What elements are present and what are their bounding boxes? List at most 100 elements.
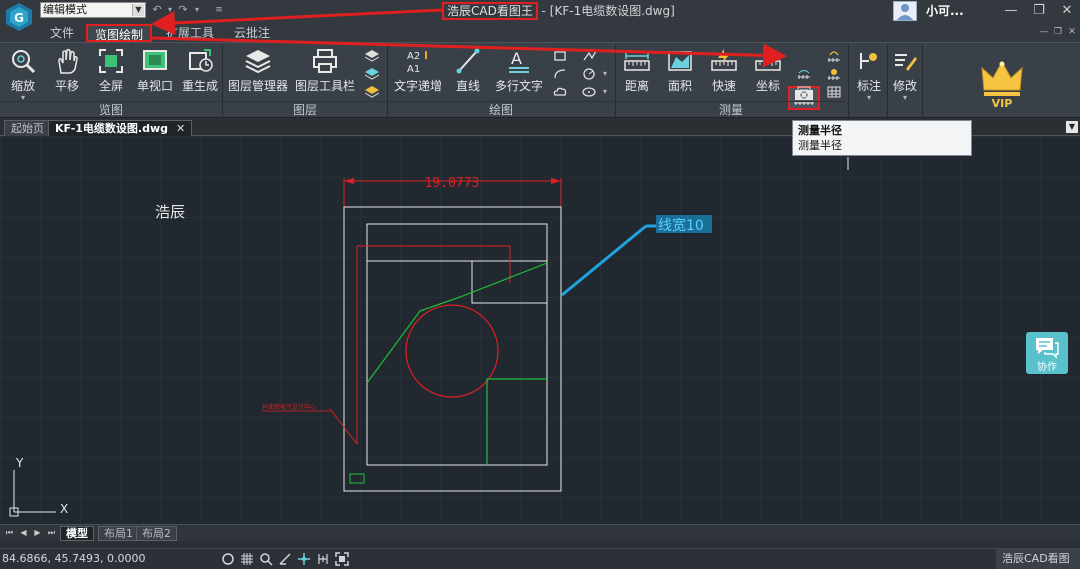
quick-measure-icon [711,49,737,71]
zoom-button[interactable]: 缩放 ▾ [8,47,38,102]
area-button[interactable]: 面积 [665,47,695,94]
group-draw-label: 绘图 [389,101,613,117]
annotate-button[interactable]: 标注 ▾ [854,47,884,102]
tab-extend-tools[interactable]: 扩展工具 [160,24,220,42]
layer-isolate-icon[interactable] [364,85,380,99]
coordinate-icon [755,49,781,71]
measure-arc-icon[interactable] [796,68,812,82]
distance-button[interactable]: 距离 [622,47,652,94]
tooltip-desc: 测量半径 [798,139,842,152]
close-icon[interactable]: ✕ [1056,2,1078,20]
status-bar: 84.6866, 45.7493, 0.0000 浩辰CAD看图王 [0,548,1080,569]
customize-quick-access-icon[interactable]: ≡ [212,3,226,17]
prev-layout-icon[interactable]: ◀ [18,527,29,539]
grid-icon[interactable] [240,552,254,566]
cloud-icon[interactable] [552,85,568,99]
quick-measure-label: 快速 [711,79,736,93]
chevron-down-icon[interactable]: ▼ [1066,121,1078,133]
arc-icon[interactable] [552,67,568,81]
coordinate-button[interactable]: 坐标 [753,47,783,94]
chevron-down-icon[interactable]: ▾ [190,3,204,17]
redo-icon[interactable]: ↷ [176,3,190,17]
last-layout-icon[interactable]: ⏭ [46,527,57,539]
layer-toolbar-label: 图层工具栏 [295,79,356,93]
status-app-name: 浩辰CAD看图王 [996,549,1080,569]
layer-match-icon[interactable] [364,67,380,81]
tab-view-draw[interactable]: 览图绘制 [86,24,152,42]
single-viewport-button[interactable]: 单视口 [137,47,173,94]
undo-icon[interactable]: ↶ [150,3,164,17]
polar-icon[interactable] [278,552,292,566]
tab-model[interactable]: 模型 [60,526,94,541]
quick-measure-button[interactable]: 快速 [709,47,739,94]
fullscreen-button[interactable]: 全屏 [96,47,126,94]
vip-crown-icon[interactable]: VIP [980,60,1024,110]
chevron-down-icon[interactable]: ▾ [163,3,177,17]
modify-label: 修改 [892,79,917,93]
hand-icon [58,48,78,74]
layer-state-icon[interactable] [364,49,380,63]
restore-icon[interactable]: ❐ [1028,2,1050,20]
tab-layout2[interactable]: 布局2 [136,526,177,541]
pan-button[interactable]: 平移 [52,47,82,94]
distance-label: 距离 [624,79,649,93]
tab-layout1[interactable]: 布局1 [98,526,139,541]
window-title-file: - [KF-1电缆数设图.dwg] [537,4,675,18]
chevron-down-icon[interactable]: ▾ [598,67,612,81]
mode-select[interactable]: 编辑模式 ▼ [40,2,146,18]
tooltip-title: 测量半径 [798,124,842,137]
line-icon [456,48,480,74]
close-icon[interactable]: ✕ [176,122,185,135]
fullscreen-toggle-icon[interactable] [335,552,349,566]
polyline-icon[interactable] [582,49,598,63]
modify-icon [895,54,917,71]
measure-perimeter-icon[interactable] [826,49,842,63]
grid [0,137,1080,524]
text-increment-button[interactable]: A2 A1 文字递增 [394,47,442,94]
tab-start-page[interactable]: 起始页 [4,120,51,136]
snap-icon[interactable] [221,552,235,566]
rectangle-icon[interactable] [552,49,568,63]
osnap-icon[interactable] [297,552,311,566]
tab-cloud-annotate[interactable]: 云批注 [228,24,276,42]
cursor-coordinates: 84.6866, 45.7493, 0.0000 [2,552,146,565]
text-increment-icon: A2A1 [407,51,427,75]
collaborate-button[interactable]: 协作 [1026,332,1068,374]
measure-angle-icon[interactable] [796,85,812,99]
user-name[interactable]: 小可... [926,0,964,22]
area-label: 面积 [667,79,692,93]
restore-doc-icon[interactable]: ❐ [1052,26,1064,38]
group-divider [387,45,388,117]
first-layout-icon[interactable]: ⏮ [4,527,15,539]
mtext-button[interactable]: A 多行文字 [494,47,544,94]
line-button[interactable]: 直线 [453,47,483,94]
tab-file[interactable]: 文件 [42,24,82,42]
ellipse-icon[interactable] [582,85,598,99]
axis-y-label: Y [15,456,24,470]
layer-manager-button[interactable]: 图层管理器 [228,47,288,94]
user-avatar[interactable] [893,1,917,21]
app-logo-icon: G [6,3,32,31]
close-doc-icon[interactable]: ✕ [1066,26,1078,38]
minimize-doc-icon[interactable]: — [1038,26,1050,38]
tab-drawing[interactable]: KF-1电缆数设图.dwg ✕ [48,120,193,136]
chevron-down-icon[interactable]: ▾ [854,94,884,102]
next-layout-icon[interactable]: ▶ [32,527,43,539]
circle-icon[interactable] [582,67,598,81]
measure-table-icon[interactable] [826,85,842,99]
measure-arc-length-icon[interactable] [826,67,842,81]
regen-button[interactable]: 重生成 [182,47,218,94]
modify-button[interactable]: 修改 ▾ [890,47,920,102]
zoom-window-icon[interactable] [259,552,273,566]
text-increment-label: 文字递增 [394,79,443,93]
drawing-canvas[interactable]: 浩辰 19.0773 孙亚辉电气设计中心 线宽10 Y X 协作 [0,137,1080,524]
ortho-icon[interactable] [316,552,330,566]
layer-toolbar-button[interactable]: 图层工具栏 [295,47,355,94]
chevron-down-icon[interactable]: ▼ [132,4,144,16]
tooltip: 测量半径 测量半径 [792,120,972,156]
chevron-down-icon[interactable]: ▾ [598,85,612,99]
minimize-icon[interactable]: — [1000,2,1022,20]
multiline-text-icon: A [509,49,529,73]
chevron-down-icon[interactable]: ▾ [890,94,920,102]
group-measure-label: 测量 [617,101,845,117]
